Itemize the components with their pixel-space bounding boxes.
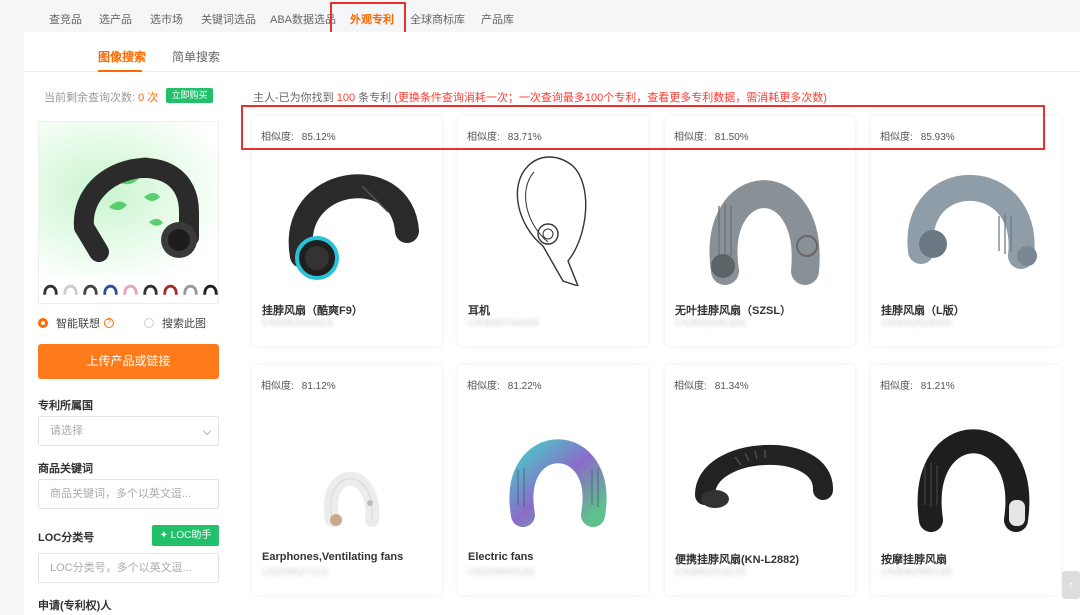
patent-number: CN306291813S: [675, 567, 747, 578]
nav-item-product-library[interactable]: 产品库: [481, 11, 514, 27]
card-title: 挂脖风扇（L版）: [881, 305, 965, 317]
lightbulb-icon: ✦: [159, 530, 171, 541]
summary-note: (更换条件查询消耗一次；一次查询最多100个专利，查看更多专利数据，需消耗更多次…: [394, 92, 827, 104]
summary-prefix: 主人-已为你找到: [253, 92, 334, 104]
radio-smart-label: 智能联想: [56, 318, 100, 330]
card-title: 无叶挂脖风扇（SZSL）: [675, 305, 792, 317]
preview-thumbnail-strip: [41, 279, 219, 299]
patent-card[interactable]: 相似度: 81.22% Electric fans USD0950014S: [458, 365, 648, 595]
highlight-box-similarity: [241, 105, 1045, 150]
help-icon[interactable]: ?: [104, 318, 114, 328]
nav-item-keyword[interactable]: 关键词选品: [201, 11, 256, 27]
neck-fan-black-flat-icon: [695, 444, 833, 508]
search-mode-options: 智能联想 ? 搜索此图: [38, 315, 206, 331]
similarity-value: 81.34%: [714, 381, 749, 392]
patent-number: CN306288519S: [881, 567, 953, 578]
nav-item-competitor[interactable]: 查竞品: [49, 11, 82, 27]
neck-fan-white-icon: [323, 471, 380, 527]
summary-unit: 条专利: [358, 92, 392, 104]
thumbnail-icon[interactable]: [141, 279, 160, 299]
applicant-label: 申请(专利权)人: [38, 600, 112, 612]
card-title: 便携挂脖风扇(KN-L2882): [675, 554, 800, 566]
card-title: 按摩挂脖风扇: [881, 554, 947, 566]
patent-card[interactable]: 相似度: 83.71% 耳机 CN306274416S: [458, 116, 648, 346]
patent-number: CN306274416S: [468, 318, 540, 329]
country-select[interactable]: 请选择: [38, 416, 219, 446]
similarity: 相似度: 81.34%: [674, 377, 749, 392]
thumbnail-icon[interactable]: [61, 279, 80, 299]
similarity: 相似度: 81.12%: [261, 377, 336, 392]
loc-input[interactable]: LOC分类号，多个以英文逗...: [38, 553, 219, 583]
patent-card[interactable]: 相似度: 81.34% 便携挂脖风扇(KN-L2882) CN306291813S: [665, 365, 855, 595]
similarity-label: 相似度:: [674, 381, 707, 392]
country-placeholder: 请选择: [50, 425, 83, 437]
similarity: 相似度: 81.22%: [467, 377, 542, 392]
back-to-top-button[interactable]: ↑: [1062, 571, 1080, 599]
arrow-up-icon: ↑: [1068, 578, 1074, 592]
similarity: 相似度: 81.21%: [880, 377, 955, 392]
nav-item-trademark[interactable]: 全球商标库: [410, 11, 465, 27]
tab-image-search[interactable]: 图像搜索: [98, 48, 146, 65]
patent-number: CN306291931S: [262, 318, 334, 329]
thumbnail-icon[interactable]: [201, 279, 219, 299]
neck-fan-black-massage-icon: [917, 429, 1030, 532]
sub-tabs: 图像搜索 简单搜索: [24, 32, 1080, 72]
patent-number: CN306251826S: [881, 318, 953, 329]
similarity-value: 81.21%: [920, 381, 955, 392]
uploaded-image-preview: [38, 121, 219, 304]
patent-card[interactable]: 相似度: 85.12% 挂脖风扇（酷爽F9） CN306291931S: [252, 116, 442, 346]
radio-search-image-label: 搜索此图: [162, 318, 206, 330]
summary-count: 100: [336, 92, 356, 104]
nav-item-market[interactable]: 选市场: [150, 11, 183, 27]
buy-now-button[interactable]: 立即购买: [166, 88, 213, 103]
keyword-input[interactable]: 商品关键词，多个以英文逗...: [38, 479, 219, 509]
earhook-sketch-icon: [516, 156, 587, 286]
neck-fan-blue-grey-icon: [907, 174, 1037, 269]
tab-simple-search[interactable]: 简单搜索: [172, 48, 220, 65]
thumbnail-icon[interactable]: [181, 279, 200, 299]
neck-fan-black-icon: [288, 174, 419, 280]
neck-fan-iridescent-icon: [509, 439, 607, 527]
quota-label: 当前剩余查询次数:: [44, 92, 136, 104]
results-summary: 主人-已为你找到 100 条专利 (更换条件查询消耗一次；一次查询最多100个专…: [253, 89, 827, 105]
card-title: Electric fans: [468, 551, 534, 563]
thumbnail-icon[interactable]: [101, 279, 120, 299]
patent-card[interactable]: 相似度: 81.50% 无叶挂脖风扇（SZSL） CN306269133S: [665, 116, 855, 346]
loc-helper-label: LOC助手: [170, 530, 212, 541]
radio-smart[interactable]: [38, 318, 48, 328]
patent-card[interactable]: 相似度: 85.93% 挂脖风扇（L版） CN306251826S: [871, 116, 1061, 346]
nav-item-product-select[interactable]: 选产品: [99, 11, 132, 27]
loc-helper-button[interactable]: ✦ LOC助手: [152, 525, 219, 546]
quota-text: 当前剩余查询次数: 0 次: [44, 89, 158, 105]
similarity-label: 相似度:: [880, 381, 913, 392]
similarity-value: 81.22%: [507, 381, 542, 392]
patent-number: USD0950014S: [468, 567, 535, 578]
radio-search-image[interactable]: [144, 318, 154, 328]
card-title: Earphones,Ventilating fans: [262, 551, 404, 563]
similarity-label: 相似度:: [467, 381, 500, 392]
active-tab-underline: [98, 70, 142, 72]
thumbnail-icon[interactable]: [81, 279, 100, 299]
patent-number: CN306269133S: [675, 318, 747, 329]
thumbnail-icon[interactable]: [41, 279, 60, 299]
patent-card[interactable]: 相似度: 81.21% 按摩挂脖风扇 CN306288519S: [871, 365, 1061, 595]
upload-product-button[interactable]: 上传产品或链接: [38, 344, 219, 379]
thumbnail-icon[interactable]: [161, 279, 180, 299]
neck-fan-grey-icon: [709, 180, 820, 285]
loc-label: LOC分类号: [38, 532, 95, 544]
similarity-label: 相似度:: [261, 381, 294, 392]
country-label: 专利所属国: [38, 400, 93, 412]
quota-value: 0 次: [138, 92, 159, 104]
neck-fan-preview-icon: [73, 157, 199, 262]
keyword-label: 商品关键词: [38, 463, 93, 475]
similarity-value: 81.12%: [301, 381, 336, 392]
chevron-down-icon: [202, 426, 212, 436]
patent-number: USD0952711S: [262, 567, 328, 578]
card-title: 耳机: [468, 305, 490, 317]
thumbnail-icon[interactable]: [121, 279, 140, 299]
patent-card[interactable]: 相似度: 81.12% Earphones,Ventilating fans US…: [252, 365, 442, 595]
card-title: 挂脖风扇（酷爽F9）: [262, 305, 363, 317]
nav-item-aba[interactable]: ABA数据选品: [270, 11, 336, 27]
